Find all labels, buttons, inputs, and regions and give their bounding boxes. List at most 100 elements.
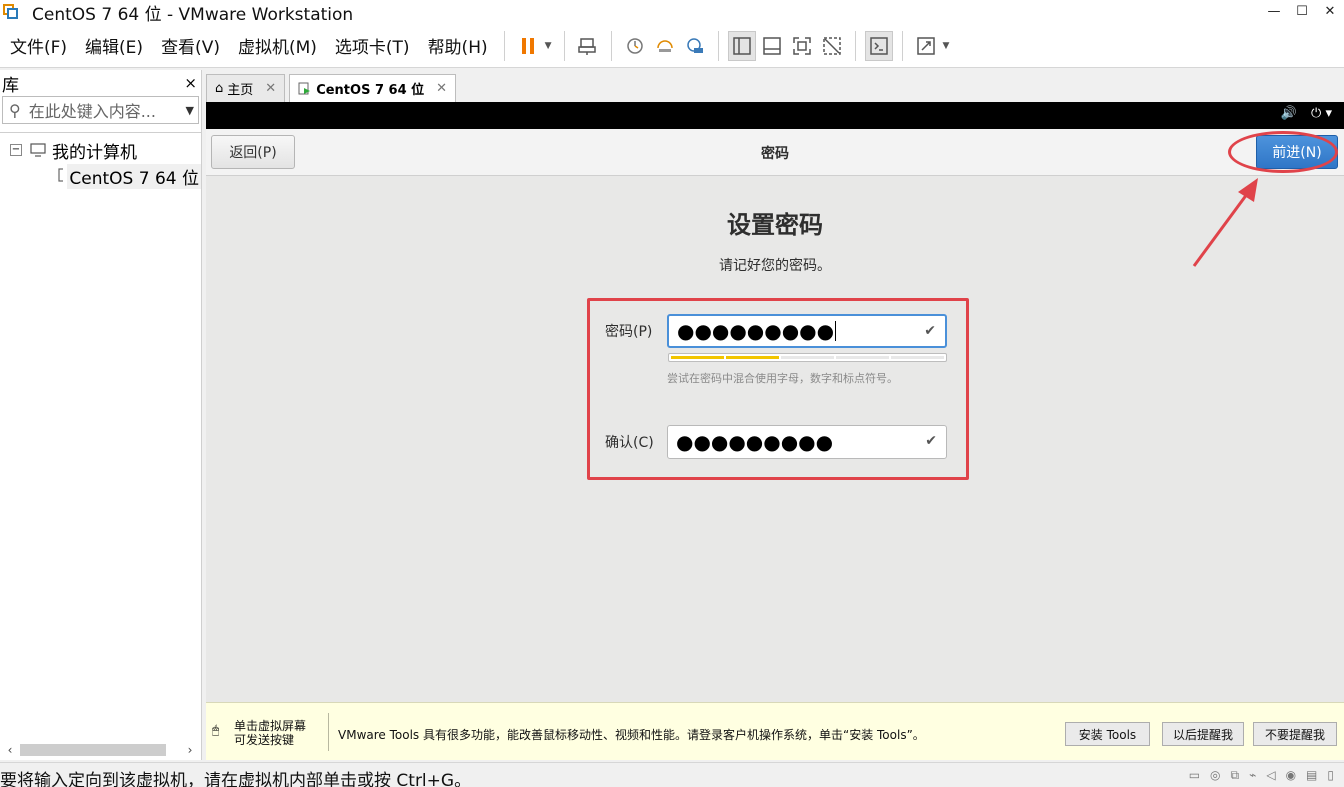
annotation-arrow-icon bbox=[1192, 178, 1258, 267]
tab-centos-label: CentOS 7 64 位 bbox=[316, 83, 425, 98]
menu-vm[interactable]: 虚拟机(M) bbox=[228, 33, 325, 58]
snapshot-clock-icon bbox=[626, 37, 643, 54]
pause-button[interactable] bbox=[514, 31, 542, 61]
console-view-button[interactable] bbox=[864, 30, 893, 61]
library-search-input[interactable]: ⚲ 在此处键入内容... ▼ bbox=[2, 96, 199, 124]
tree-child-label: CentOS 7 64 位 bbox=[67, 163, 201, 189]
menu-help[interactable]: 帮助(H) bbox=[418, 33, 496, 58]
click-screen-icon: 🖱 bbox=[212, 723, 220, 737]
set-password-subheading: 请记好您的密码。 bbox=[719, 258, 831, 274]
network-icon[interactable]: ⧉ bbox=[1231, 768, 1240, 783]
window-title: CentOS 7 64 位 - VMware Workstation bbox=[32, 4, 354, 25]
tree-item-centos-vm[interactable]: CentOS 7 64 位 bbox=[0, 163, 201, 189]
tab-home-label: 主页 bbox=[227, 83, 254, 98]
computer-icon bbox=[30, 143, 46, 157]
vm-running-icon bbox=[58, 168, 64, 182]
scrollbar-thumb[interactable] bbox=[20, 744, 166, 756]
tree-root-label: 我的计算机 bbox=[52, 142, 137, 163]
guest-top-bar: 🔊 ⏻ ▾ bbox=[206, 102, 1344, 129]
vm-tab-icon bbox=[298, 82, 311, 94]
menu-toolbar: 文件(F) 编辑(E) 查看(V) 虚拟机(M) 选项卡(T) 帮助(H) ▼ … bbox=[0, 24, 1344, 68]
home-icon: ⌂ bbox=[215, 81, 224, 96]
revert-snapshot-button[interactable] bbox=[651, 31, 679, 61]
disc-icon[interactable]: ◉ bbox=[1286, 768, 1296, 783]
tab-centos-close-icon[interactable]: ✕ bbox=[436, 81, 447, 96]
annotation-circle bbox=[1228, 131, 1338, 173]
library-tree: − 我的计算机 CentOS 7 64 位 bbox=[0, 132, 201, 732]
toolbar-divider bbox=[854, 30, 856, 61]
pause-icon bbox=[521, 37, 534, 54]
library-search-placeholder: 在此处键入内容... bbox=[28, 102, 156, 121]
message-log-icon[interactable]: ▯ bbox=[1327, 768, 1334, 783]
show-library-button[interactable] bbox=[727, 30, 756, 61]
scroll-right-icon[interactable]: › bbox=[182, 743, 198, 757]
toolbar-divider bbox=[901, 30, 903, 61]
click-hint-line2: 可发送按键 bbox=[234, 733, 295, 747]
toolbar-divider bbox=[563, 30, 565, 61]
annotation-highlight-box bbox=[587, 298, 969, 480]
status-message: 要将输入定向到该虚拟机，请在虚拟机内部单击或按 Ctrl+G。 bbox=[0, 771, 472, 787]
snapshot-manager-icon bbox=[686, 37, 703, 53]
volume-icon[interactable]: 🔊 bbox=[1281, 106, 1297, 121]
revert-snapshot-icon bbox=[656, 39, 673, 52]
usb-icon[interactable]: ⌁ bbox=[1249, 768, 1256, 783]
search-icon: ⚲ bbox=[9, 100, 21, 120]
full-screen-button[interactable] bbox=[788, 31, 816, 61]
stretch-dropdown-icon[interactable]: ▼ bbox=[943, 41, 950, 51]
thumbnail-bar-button[interactable] bbox=[758, 31, 786, 61]
tab-home[interactable]: ⌂ 主页 ✕ bbox=[206, 74, 286, 102]
stretch-guest-button[interactable] bbox=[912, 31, 940, 61]
tab-strip: ⌂ 主页 ✕ CentOS 7 64 位 ✕ bbox=[206, 74, 460, 102]
unity-icon bbox=[822, 36, 841, 55]
menu-tabs[interactable]: 选项卡(T) bbox=[325, 33, 418, 58]
tree-item-my-computer[interactable]: − 我的计算机 bbox=[0, 137, 201, 163]
status-bar: 要将输入定向到该虚拟机，请在虚拟机内部单击或按 Ctrl+G。 ▭ ◎ ⧉ ⌁ … bbox=[0, 762, 1344, 787]
toolbar-divider bbox=[717, 30, 719, 61]
send-keys-icon bbox=[577, 37, 596, 55]
minimize-button[interactable]: — bbox=[1260, 0, 1288, 22]
power-menu-icon[interactable]: ⏻ ▾ bbox=[1311, 106, 1332, 121]
title-bar: CentOS 7 64 位 - VMware Workstation — ☐ ✕ bbox=[0, 0, 1344, 25]
installer-header: 返回(P) 密码 前进(N) bbox=[206, 129, 1344, 176]
tools-divider bbox=[328, 713, 329, 751]
sound-icon[interactable]: ◁ bbox=[1266, 768, 1275, 783]
console-icon bbox=[869, 36, 888, 55]
fullscreen-icon bbox=[792, 36, 811, 55]
toolbar-divider bbox=[503, 30, 505, 61]
never-remind-button[interactable]: 不要提醒我 bbox=[1253, 722, 1337, 746]
installer-page-title: 密码 bbox=[761, 146, 789, 162]
library-horizontal-scrollbar[interactable]: ‹ › bbox=[2, 742, 198, 758]
toolbar-divider bbox=[610, 30, 612, 61]
hard-disk-icon[interactable]: ▭ bbox=[1189, 768, 1200, 783]
scroll-left-icon[interactable]: ‹ bbox=[2, 743, 18, 757]
menu-file[interactable]: 文件(F) bbox=[0, 33, 75, 58]
vmware-tools-bar: 🖱 单击虚拟屏幕 可发送按键 VMware Tools 具有很多功能，能改善鼠标… bbox=[206, 702, 1344, 760]
install-tools-button[interactable]: 安装 Tools bbox=[1065, 722, 1150, 746]
cd-dvd-icon[interactable]: ◎ bbox=[1210, 768, 1220, 783]
library-close-icon[interactable]: × bbox=[184, 74, 197, 92]
remind-later-button[interactable]: 以后提醒我 bbox=[1162, 722, 1244, 746]
maximize-button[interactable]: ☐ bbox=[1288, 0, 1316, 22]
thumbnail-view-icon bbox=[762, 36, 781, 55]
collapse-toggle-icon[interactable]: − bbox=[10, 144, 22, 156]
tab-home-close-icon[interactable]: ✕ bbox=[265, 81, 276, 96]
snapshot-manager-button[interactable] bbox=[681, 31, 709, 61]
unity-button[interactable] bbox=[818, 31, 846, 61]
menu-view[interactable]: 查看(V) bbox=[151, 33, 228, 58]
snapshot-button[interactable] bbox=[621, 31, 649, 61]
library-title: 库 bbox=[2, 75, 19, 96]
close-window-button[interactable]: ✕ bbox=[1316, 0, 1344, 22]
tools-message: VMware Tools 具有很多功能，能改善鼠标移动性、视频和性能。请登录客户… bbox=[338, 728, 925, 742]
search-dropdown-icon[interactable]: ▼ bbox=[186, 104, 194, 117]
pause-dropdown-icon[interactable]: ▼ bbox=[545, 41, 552, 51]
set-password-heading: 设置密码 bbox=[727, 211, 823, 239]
click-hint-line1: 单击虚拟屏幕 bbox=[234, 719, 307, 733]
stretch-icon bbox=[916, 36, 935, 55]
printer-icon[interactable]: ▤ bbox=[1306, 768, 1317, 783]
library-panel: 库 × ⚲ 在此处键入内容... ▼ − 我的计算机 CentOS 7 64 位… bbox=[0, 70, 202, 760]
library-view-icon bbox=[732, 36, 751, 55]
vmware-logo-icon bbox=[2, 3, 20, 21]
tab-centos[interactable]: CentOS 7 64 位 ✕ bbox=[289, 74, 457, 102]
send-ctrl-alt-del-button[interactable] bbox=[574, 31, 602, 61]
menu-edit[interactable]: 编辑(E) bbox=[75, 33, 151, 58]
